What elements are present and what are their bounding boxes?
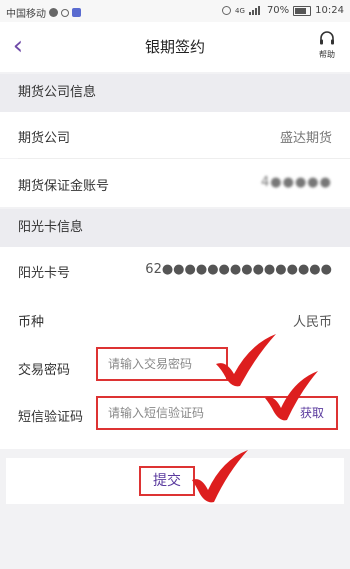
trade-password-input[interactable]: 请输入交易密码 xyxy=(96,347,228,381)
network-type: 4G xyxy=(235,6,245,15)
margin-account-value: 4●●●●● xyxy=(261,175,332,190)
status-bar: 中国移动 4G 70% 10:24 xyxy=(0,0,350,22)
carrier-name: 中国移动 xyxy=(6,9,46,20)
card-number-value: 62●●●●●●●●●●●●●●● xyxy=(145,262,332,277)
sms-code-placeholder: 请输入短信验证码 xyxy=(108,406,205,420)
chat-icon xyxy=(49,8,58,17)
signal-icon xyxy=(248,6,263,15)
page-title: 银期签约 xyxy=(144,38,205,56)
checkmark-annotation-icon xyxy=(265,371,318,421)
margin-account-label: 期货保证金账号 xyxy=(18,179,110,194)
card-number-label: 阳光卡号 xyxy=(18,266,71,281)
help-button[interactable]: 帮助 xyxy=(314,30,340,60)
section-card-info: 阳光卡信息 xyxy=(0,209,350,247)
clock-time: 10:24 xyxy=(315,5,344,16)
row-margin-account: 期货保证金账号 4●●●●● xyxy=(0,159,350,207)
help-label: 帮助 xyxy=(319,50,335,59)
section-futures-info: 期货公司信息 xyxy=(0,74,350,112)
checkmark-annotation-icon xyxy=(192,450,248,503)
submit-area: 提交 xyxy=(6,458,344,504)
key-icon xyxy=(61,8,69,17)
futures-company-value: 盛达期货 xyxy=(279,131,332,146)
row-currency: 币种 人民币 xyxy=(0,296,350,342)
sms-code-label: 短信验证码 xyxy=(18,410,84,425)
trade-password-label: 交易密码 xyxy=(18,363,71,378)
headset-icon xyxy=(320,31,334,45)
alarm-icon xyxy=(222,6,232,15)
app-icon xyxy=(72,8,81,17)
battery-percent: 70% xyxy=(266,5,290,16)
app-header: ‹ 银期签约 帮助 xyxy=(0,22,350,72)
row-futures-company: 期货公司 盛达期货 xyxy=(0,112,350,158)
battery-icon xyxy=(293,5,312,16)
currency-value: 人民币 xyxy=(292,315,332,330)
row-card-number: 阳光卡号 62●●●●●●●●●●●●●●● xyxy=(0,247,350,293)
submit-button[interactable]: 提交 xyxy=(139,466,195,496)
currency-label: 币种 xyxy=(18,315,45,330)
futures-company-label: 期货公司 xyxy=(18,131,71,146)
